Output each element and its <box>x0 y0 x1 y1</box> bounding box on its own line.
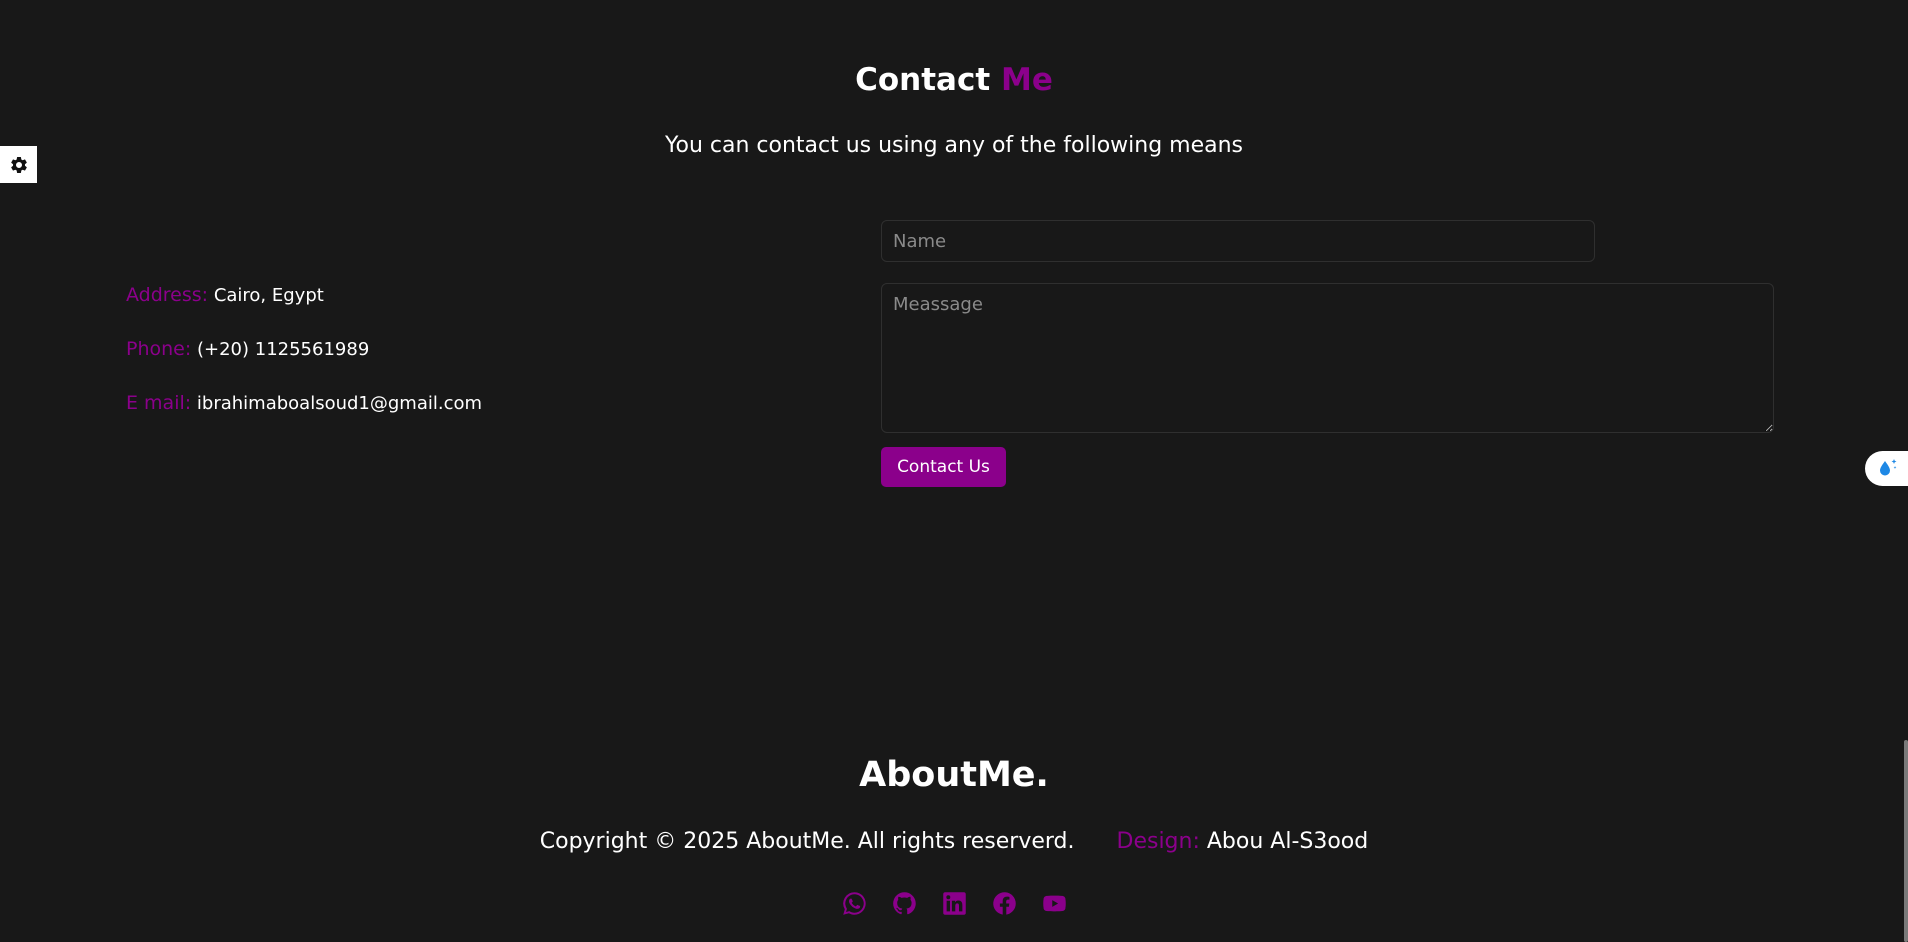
contact-info: Address: Cairo, Egypt Phone: (+20) 11255… <box>126 282 726 444</box>
youtube-icon[interactable] <box>1041 890 1068 917</box>
info-address-value: Cairo, Egypt <box>213 285 324 306</box>
info-phone-value: (+20) 1125561989 <box>197 339 370 360</box>
info-phone-label: Phone: <box>126 338 192 360</box>
droplet-sparkle-icon <box>1879 458 1896 475</box>
footer-copyright: Copyright © 2025 AboutMe. All rights res… <box>539 829 1075 854</box>
name-input[interactable] <box>881 220 1595 262</box>
section-title-accent: Me <box>1000 62 1053 98</box>
footer-design-label: Design: <box>1116 829 1200 854</box>
whatsapp-icon[interactable] <box>841 890 868 917</box>
info-email: E mail: ibrahimaboalsoud1@gmail.com <box>126 390 726 444</box>
section-title-main: Contact <box>855 62 991 98</box>
github-icon[interactable] <box>891 890 918 917</box>
page: Contact Me You can contact us using any … <box>0 0 1908 942</box>
info-phone: Phone: (+20) 1125561989 <box>126 336 726 390</box>
info-address-label: Address: <box>126 284 209 306</box>
footer-copyright-line: Copyright © 2025 AboutMe. All rights res… <box>0 829 1908 854</box>
info-address: Address: Cairo, Egypt <box>126 282 726 336</box>
section-subtitle: You can contact us using any of the foll… <box>664 133 1244 158</box>
message-textarea[interactable] <box>881 283 1774 433</box>
footer-design-value: Abou Al-S3ood <box>1206 829 1369 854</box>
social-links <box>0 890 1908 917</box>
info-email-label: E mail: <box>126 392 192 414</box>
footer-brand: AboutMe. <box>859 755 1049 795</box>
facebook-icon[interactable] <box>991 890 1018 917</box>
contact-us-button[interactable]: Contact Us <box>881 447 1006 487</box>
linkedin-icon[interactable] <box>941 890 968 917</box>
extension-widget[interactable] <box>1865 451 1908 486</box>
info-email-value: ibrahimaboalsoud1@gmail.com <box>196 393 483 414</box>
section-title: Contact Me <box>0 62 1908 98</box>
